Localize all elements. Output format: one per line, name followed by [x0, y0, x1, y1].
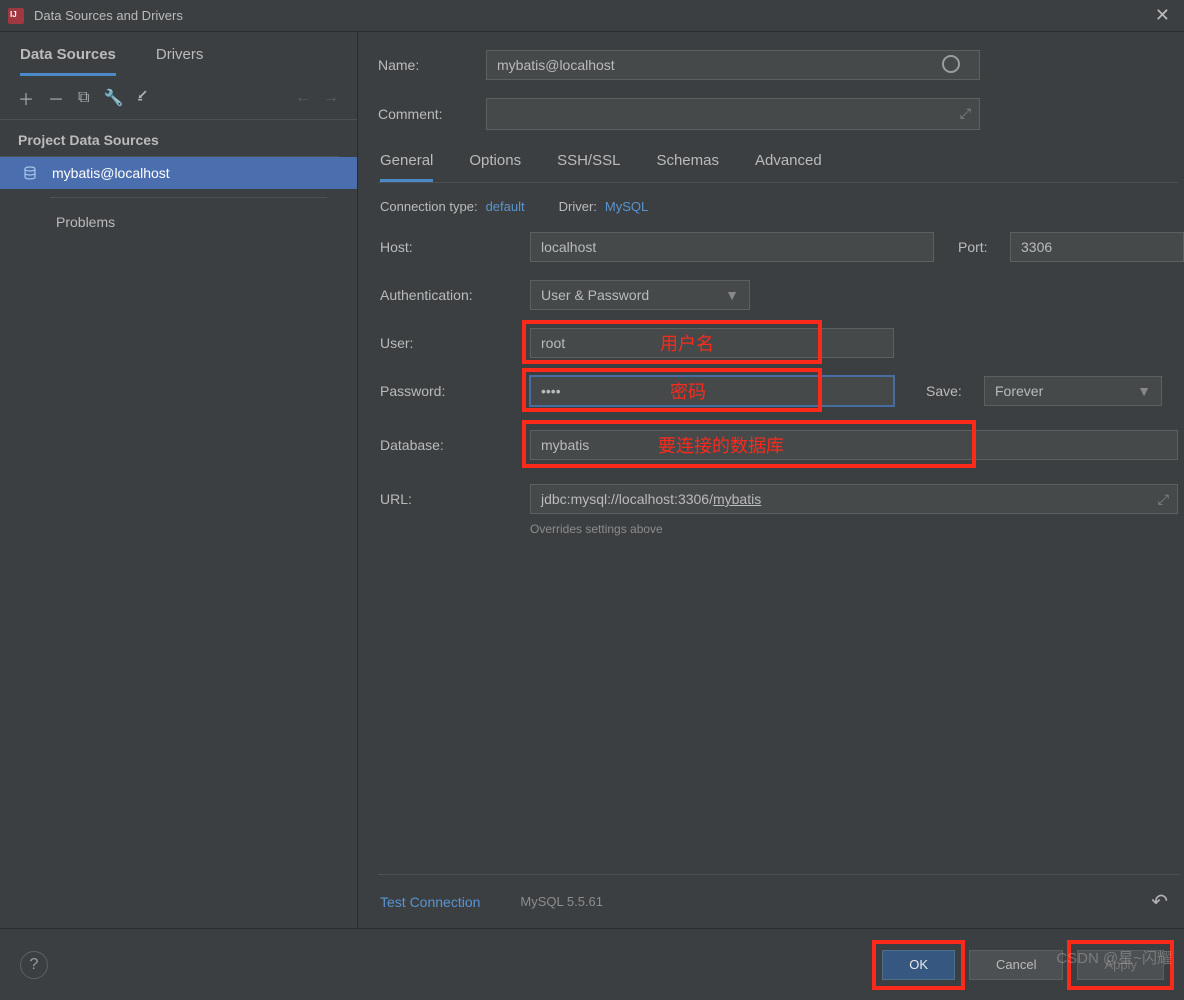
sidebar-toolbar: ＋ － ⧉ 🔧 ⭹ ← → [0, 76, 357, 120]
color-picker-icon[interactable] [942, 55, 960, 73]
url-db: mybatis [713, 491, 761, 507]
user-label: User: [380, 335, 530, 351]
save-select[interactable]: Forever ▼ [984, 376, 1162, 406]
sidebar-item-label: mybatis@localhost [52, 165, 170, 181]
tab-sshssl[interactable]: SSH/SSL [557, 148, 620, 182]
sidebar: Data Sources Drivers ＋ － ⧉ 🔧 ⭹ ← → Proje… [0, 32, 358, 928]
titlebar: Data Sources and Drivers ✕ [0, 0, 1184, 32]
host-input[interactable] [530, 232, 934, 262]
name-input[interactable] [486, 50, 980, 80]
back-icon[interactable]: ← [295, 89, 311, 107]
app-icon [8, 8, 24, 24]
ok-button[interactable]: OK [882, 950, 955, 980]
divider [50, 197, 327, 198]
close-icon[interactable]: ✕ [1149, 5, 1176, 26]
tab-data-sources[interactable]: Data Sources [20, 46, 116, 76]
sidebar-tabs: Data Sources Drivers [0, 32, 357, 76]
dialog-footer: ? OK Cancel Apply [0, 928, 1184, 1000]
auth-select[interactable]: User & Password ▼ [530, 280, 750, 310]
tab-advanced[interactable]: Advanced [755, 148, 822, 182]
sidebar-item-datasource[interactable]: mybatis@localhost [0, 157, 357, 189]
expand-icon[interactable]: ⤢ [960, 105, 971, 122]
port-label: Port: [958, 239, 1010, 255]
pass-label: Password: [380, 383, 530, 399]
user-input[interactable] [530, 328, 894, 358]
driver-label: Driver: [559, 199, 597, 214]
chevron-down-icon: ▼ [1137, 383, 1151, 399]
window-title: Data Sources and Drivers [34, 8, 183, 23]
problems-label: Problems [56, 214, 115, 230]
tab-options[interactable]: Options [469, 148, 521, 182]
copy-icon[interactable]: ⧉ [78, 89, 89, 107]
content-panel: Name: Comment: ⤢ General Options SSH/SSL… [358, 32, 1184, 928]
test-connection-link[interactable]: Test Connection [380, 894, 480, 910]
auth-label: Authentication: [380, 287, 530, 303]
tab-general[interactable]: General [380, 148, 433, 182]
tab-schemas[interactable]: Schemas [656, 148, 719, 182]
revert-icon[interactable]: ↶ [1151, 889, 1174, 914]
host-label: Host: [380, 239, 530, 255]
database-input[interactable] [530, 430, 1178, 460]
url-prefix: jdbc:mysql://localhost:3306/ [541, 491, 713, 507]
db-version: MySQL 5.5.61 [520, 894, 603, 909]
conn-type-label: Connection type: [380, 199, 478, 214]
comment-input[interactable]: ⤢ [486, 98, 980, 130]
conn-type-link[interactable]: default [486, 199, 525, 214]
content-bottom-bar: Test Connection MySQL 5.5.61 ↶ [378, 874, 1180, 928]
auth-value: User & Password [541, 287, 649, 303]
name-label: Name: [378, 57, 486, 73]
section-header: Project Data Sources [0, 120, 339, 157]
password-input[interactable] [530, 376, 894, 406]
expand-icon[interactable]: ⤢ [1158, 491, 1169, 508]
tab-drivers[interactable]: Drivers [156, 46, 204, 76]
wrench-icon[interactable]: 🔧 [103, 88, 123, 108]
forward-icon[interactable]: → [323, 89, 339, 107]
database-icon [22, 165, 38, 181]
import-icon[interactable]: ⭹ [137, 84, 147, 111]
add-icon[interactable]: ＋ [18, 86, 34, 110]
save-label: Save: [926, 383, 984, 399]
save-value: Forever [995, 383, 1043, 399]
port-input[interactable] [1010, 232, 1184, 262]
comment-label: Comment: [378, 106, 486, 122]
db-label: Database: [380, 437, 530, 453]
help-button[interactable]: ? [20, 951, 48, 979]
driver-link[interactable]: MySQL [605, 199, 648, 214]
cancel-button[interactable]: Cancel [969, 950, 1063, 980]
remove-icon[interactable]: － [48, 86, 64, 110]
url-input[interactable]: jdbc:mysql://localhost:3306/mybatis ⤢ [530, 484, 1178, 514]
url-label: URL: [380, 491, 530, 507]
apply-button[interactable]: Apply [1077, 950, 1164, 980]
url-hint: Overrides settings above [530, 522, 1184, 536]
sidebar-item-problems[interactable]: Problems [0, 206, 357, 238]
chevron-down-icon: ▼ [725, 287, 739, 303]
content-tabs: General Options SSH/SSL Schemas Advanced [378, 148, 1178, 183]
